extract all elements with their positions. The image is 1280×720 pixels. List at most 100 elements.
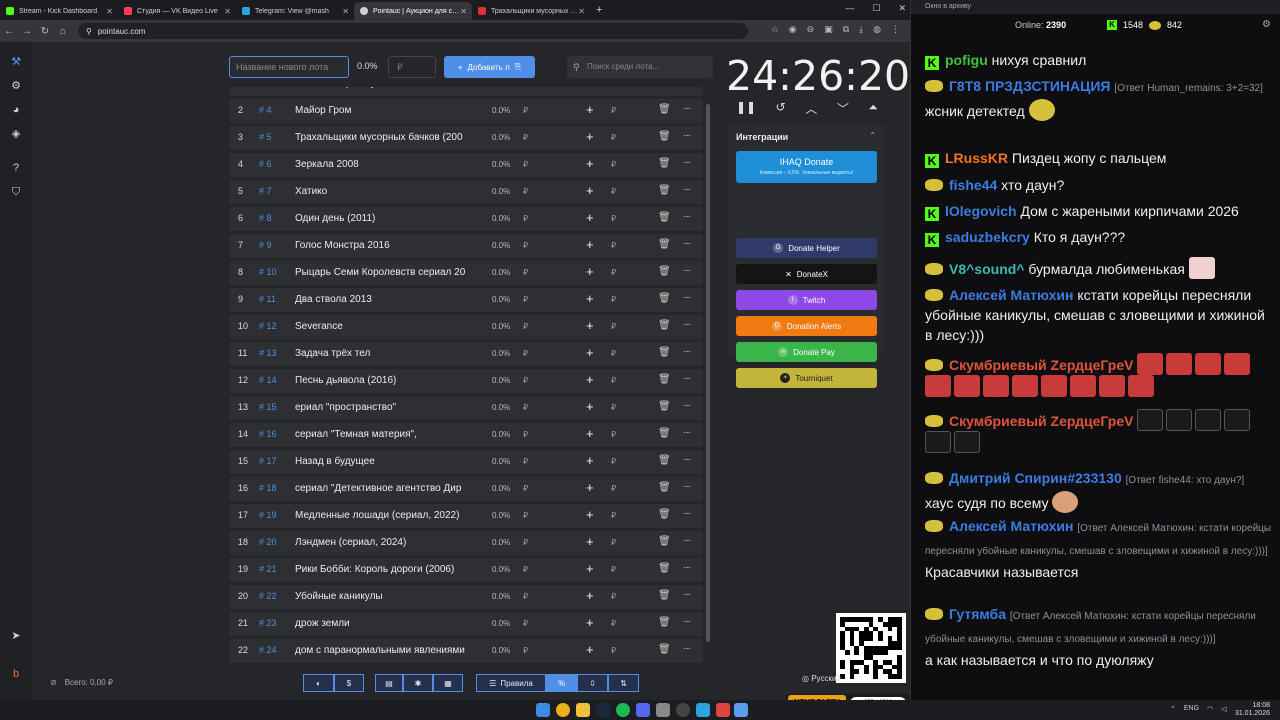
lot-add-amount-input[interactable]: ₽ — [611, 538, 616, 547]
delete-icon[interactable]: 🗑 — [658, 536, 671, 547]
bug-report-button[interactable]: ✱ — [403, 674, 433, 692]
new-lot-input[interactable]: Название нового лота — [229, 56, 349, 78]
add-amount-icon[interactable]: + — [586, 237, 594, 252]
chat-username[interactable]: fishe44 — [949, 177, 997, 193]
close-icon[interactable]: ✕ — [224, 7, 231, 16]
lot-name[interactable]: Рики Бобби: Король дороги (2006) — [295, 564, 475, 575]
language-selector[interactable]: ◎ Русский — [802, 674, 841, 683]
close-icon[interactable]: ✕ — [578, 7, 585, 16]
obs-icon[interactable] — [676, 703, 690, 717]
delete-icon[interactable]: 🗑 — [658, 104, 671, 115]
lot-id[interactable]: # 23 — [259, 618, 277, 628]
lot-add-amount-input[interactable]: ₽ — [611, 646, 616, 655]
close-icon[interactable]: ✕ — [106, 7, 113, 16]
lot-add-amount-input[interactable]: ₽ — [611, 241, 616, 250]
donate-pay-button[interactable]: ∞ Donate Pay — [736, 342, 877, 362]
lot-add-amount-input[interactable]: ₽ — [611, 619, 616, 628]
delete-icon[interactable]: 🗑 — [658, 158, 671, 169]
lot-row[interactable]: 18 # 20 Лэндмен (сериал, 2024) 0.0% ₽ + ₽ 🗑 ··· — [229, 531, 703, 555]
double-up-icon[interactable]: ⏶ — [868, 100, 878, 117]
add-amount-icon[interactable]: + — [586, 156, 594, 171]
add-amount-icon[interactable]: + — [586, 264, 594, 279]
spotify-icon[interactable] — [616, 703, 630, 717]
settings-gear-icon[interactable]: ⚙ — [8, 78, 24, 94]
lot-name[interactable]: Два ствола 2013 — [295, 294, 475, 305]
tray-language[interactable]: ENG — [1184, 705, 1199, 713]
lot-add-amount-input[interactable]: ₽ — [611, 403, 616, 412]
donate-button[interactable]: $ — [334, 674, 364, 692]
delete-icon[interactable]: 🗑 — [658, 455, 671, 466]
add-amount-icon[interactable]: + — [586, 534, 594, 549]
lot-id[interactable]: # 21 — [259, 564, 277, 574]
chat-username[interactable]: LRussKR — [945, 150, 1008, 166]
download-icon[interactable]: ⤓ — [859, 24, 863, 35]
donate-helper-button[interactable]: D Donate Helper — [736, 238, 877, 258]
lot-amount[interactable]: ₽ — [523, 565, 528, 574]
back-icon[interactable]: ← — [0, 26, 18, 37]
more-icon[interactable]: ··· — [683, 589, 691, 600]
lot-amount[interactable]: ₽ — [523, 241, 528, 250]
forward-icon[interactable]: → — [18, 26, 36, 37]
lot-amount[interactable]: ₽ — [523, 322, 528, 331]
lot-name[interactable]: Медленные лошади (сериал, 2022) — [295, 510, 475, 521]
lot-name[interactable]: Трахальщики мусорных бачков (200 — [295, 132, 475, 143]
maximize-icon[interactable]: ☐ — [872, 3, 880, 14]
add-amount-icon[interactable]: + — [586, 561, 594, 576]
lot-add-amount-input[interactable]: ₽ — [611, 295, 616, 304]
sort-button[interactable]: ⇅ — [608, 674, 639, 692]
app-icon[interactable] — [734, 703, 748, 717]
delete-icon[interactable]: 🗑 — [658, 347, 671, 358]
lot-name[interactable]: Голос Монстра 2016 — [295, 240, 475, 251]
lot-row[interactable]: 3 # 5 Трахальщики мусорных бачков (200 0.0%… — [229, 126, 703, 150]
chat-username[interactable]: Алексей Матюхин — [949, 518, 1073, 534]
lot-name[interactable]: ериал "пространство" — [295, 402, 475, 413]
delete-icon[interactable]: 🗑 — [658, 131, 671, 142]
lot-id[interactable]: # 6 — [259, 159, 272, 169]
more-icon[interactable]: ··· — [683, 211, 691, 222]
delete-icon[interactable]: 🗑 — [658, 482, 671, 493]
lot-amount[interactable]: ₽ — [523, 403, 528, 412]
lot-name[interactable]: Severance — [295, 321, 475, 332]
donation-alerts-button[interactable]: D Donation Alerts — [736, 316, 877, 336]
more-icon[interactable]: ··· — [683, 535, 691, 546]
lot-list-scrollbar[interactable] — [706, 104, 710, 642]
lot-add-amount-input[interactable]: ₽ — [611, 592, 616, 601]
lot-id[interactable]: # 5 — [259, 132, 272, 142]
lot-amount[interactable]: ₽ — [523, 538, 528, 547]
lot-id[interactable]: # 10 — [259, 267, 277, 277]
lot-row[interactable]: 5 # 7 Хатико 0.0% ₽ + ₽ 🗑 ··· — [229, 180, 703, 204]
help-icon[interactable]: ? — [8, 160, 24, 176]
lot-amount[interactable]: ₽ — [523, 187, 528, 196]
lot-add-amount-input[interactable]: ₽ — [611, 187, 616, 196]
more-icon[interactable]: ··· — [683, 643, 691, 654]
delete-icon[interactable]: 🗑 — [658, 590, 671, 601]
lot-id[interactable]: # 19 — [259, 510, 277, 520]
more-icon[interactable]: ··· — [683, 130, 691, 141]
delete-icon[interactable]: 🗑 — [658, 428, 671, 439]
close-icon[interactable]: ✕ — [342, 7, 349, 16]
lot-row[interactable]: 15 # 17 Назад в будущее 0.0% ₽ + ₽ 🗑 ··· — [229, 450, 703, 474]
lot-row[interactable]: 10 # 12 Severance 0.0% ₽ + ₽ 🗑 ··· — [229, 315, 703, 339]
delete-icon[interactable]: 🗑 — [658, 401, 671, 412]
lot-id[interactable]: # 20 — [259, 537, 277, 547]
close-window-icon[interactable]: ✕ — [898, 3, 906, 14]
delete-icon[interactable]: 🗑 — [658, 644, 671, 655]
lot-id[interactable]: # 14 — [259, 375, 277, 385]
extension-icon[interactable]: ◉ — [789, 24, 797, 35]
more-icon[interactable]: ··· — [683, 184, 691, 195]
lot-id[interactable]: # 24 — [259, 645, 277, 655]
add-amount-icon[interactable]: + — [586, 183, 594, 198]
start-menu-icon[interactable] — [536, 703, 550, 717]
chat-username[interactable]: Алексей Матюхин — [949, 287, 1073, 303]
telegram-icon[interactable]: ➤ — [8, 628, 24, 644]
tab-kick-dashboard[interactable]: Stream - Kick Dashboard ✕ — [0, 2, 118, 20]
add-amount-icon[interactable]: + — [586, 480, 594, 495]
delete-icon[interactable]: 🗑 — [658, 293, 671, 304]
archive-button[interactable]: ▦ — [433, 674, 463, 692]
lot-name[interactable]: дом с паранормальными явлениями — [295, 645, 475, 656]
add-amount-icon[interactable]: + — [586, 345, 594, 360]
lot-id[interactable]: # 11 — [259, 294, 276, 304]
lot-row[interactable]: 22 # 24 дом с паранормальными явлениями 0.0… — [229, 639, 703, 663]
lot-row[interactable]: 4 # 6 Зеркала 2008 0.0% ₽ + ₽ 🗑 ··· — [229, 153, 703, 177]
lot-name[interactable]: Назад в будущее — [295, 456, 475, 467]
